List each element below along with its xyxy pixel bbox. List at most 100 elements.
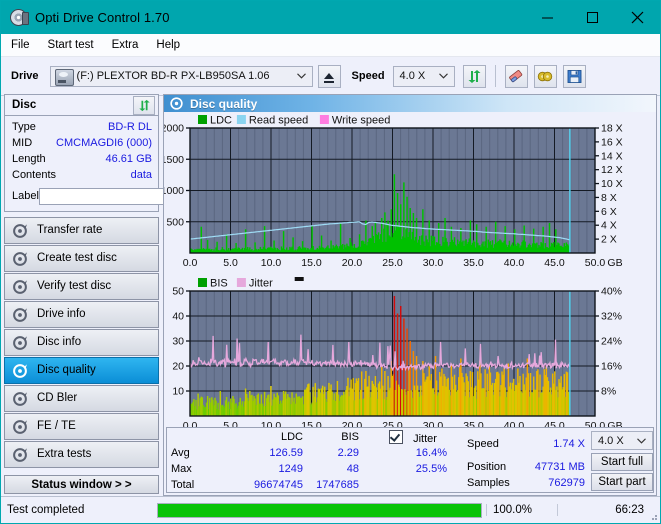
svg-text:8 X: 8 X — [601, 192, 617, 204]
progress-percent: 100.0% — [486, 504, 557, 516]
stats-max-ldc: 1249 — [278, 463, 303, 475]
svg-text:10: 10 — [172, 386, 184, 398]
status-bar: Test completed 100.0% 66:23 — [1, 496, 660, 523]
sidebar-item-disc-info[interactable]: Disc info — [4, 329, 159, 356]
progress-fill — [158, 503, 481, 517]
svg-text:5.0: 5.0 — [223, 257, 238, 269]
disc-row-key: MID — [12, 137, 33, 149]
jitter-label: Jitter — [413, 433, 437, 445]
speed-select[interactable]: 4.0 X — [392, 65, 455, 87]
jitter-checkbox[interactable]: Jitter — [389, 430, 437, 445]
speed-label: Speed — [351, 70, 385, 82]
sidebar-item-fe-te[interactable]: FE / TE — [4, 413, 159, 440]
svg-text:40%: 40% — [601, 286, 622, 298]
stats-position-label: Position — [467, 461, 507, 473]
stats-samples-value: 762979 — [548, 477, 585, 489]
menu-item-file[interactable]: File — [11, 39, 30, 51]
svg-text:BIS: BIS — [210, 278, 228, 290]
svg-text:0.0: 0.0 — [183, 257, 198, 269]
disc-fete-icon — [13, 419, 27, 434]
minimize-icon[interactable] — [525, 1, 570, 34]
disc-row-type: Type BD-R DL — [12, 119, 152, 135]
sidebar-item-create-test-disc[interactable]: Create test disc — [4, 245, 159, 272]
start-full-button[interactable]: Start full — [591, 453, 653, 471]
svg-text:1500: 1500 — [164, 154, 184, 166]
checkbox-icon — [389, 430, 403, 444]
chevron-down-icon — [438, 73, 448, 79]
drive-select-value: (F:) PLEXTOR BD-R PX-LB950SA 1.06 — [76, 70, 270, 82]
sidebar-item-cd-bler[interactable]: CD Bler — [4, 385, 159, 412]
svg-text:16%: 16% — [601, 361, 622, 373]
menu-bar: File Start test Extra Help — [1, 34, 660, 57]
stats-speed-label: Speed — [467, 438, 499, 450]
svg-text:4 X: 4 X — [601, 220, 617, 232]
sidebar-item-extra-tests[interactable]: Extra tests — [4, 441, 159, 468]
disc-refresh-button[interactable] — [133, 96, 155, 115]
disc-info-icon — [13, 307, 27, 322]
toolbar-divider — [494, 65, 496, 87]
stats-total-ldc: 96674745 — [254, 479, 303, 491]
svg-text:50: 50 — [172, 286, 184, 298]
disc-row-key: Contents — [12, 169, 57, 181]
disc-speed-icon — [13, 223, 27, 238]
svg-text:6 X: 6 X — [601, 206, 617, 218]
stats-speed-value: 1.74 X — [553, 438, 585, 450]
svg-text:30.0: 30.0 — [423, 257, 444, 269]
eraser-icon — [509, 69, 523, 82]
drive-select[interactable]: (F:) PLEXTOR BD-R PX-LB950SA 1.06 — [49, 65, 313, 87]
disc-row-value: CMCMAGDI6 (000) — [56, 137, 152, 149]
menu-item-help[interactable]: Help — [156, 39, 180, 51]
svg-text:35.0: 35.0 — [463, 257, 484, 269]
sidebar-item-label: Disc info — [37, 335, 82, 348]
stats-row-label-avg: Avg — [171, 447, 190, 459]
svg-text:Read speed: Read speed — [249, 115, 308, 127]
menu-item-start-test[interactable]: Start test — [48, 39, 94, 51]
disc-row-length: Length 46.61 GB — [12, 151, 152, 167]
chevron-down-icon — [637, 437, 646, 444]
erase-button[interactable] — [504, 64, 528, 88]
sidebar-item-verify-test-disc[interactable]: Verify test disc — [4, 273, 159, 300]
status-window-button[interactable]: Status window > > — [4, 475, 159, 494]
sidebar-item-disc-quality[interactable]: Disc quality — [4, 357, 159, 384]
svg-text:15.0: 15.0 — [301, 257, 322, 269]
panel-title: Disc quality — [190, 96, 258, 111]
disc-properties: Type BD-R DL MID CMCMAGDI6 (000) Length … — [5, 116, 242, 211]
sidebar-item-drive-info[interactable]: Drive info — [4, 301, 159, 328]
svg-text:18 X: 18 X — [601, 123, 623, 135]
svg-text:8%: 8% — [601, 386, 616, 398]
sidebar: Disc Type BD-R DL MID CMCMAGDI6 (000) Le… — [4, 94, 242, 496]
drive-label: Drive — [11, 70, 39, 82]
resize-grip-icon[interactable] — [648, 511, 658, 521]
maximize-icon[interactable] — [570, 1, 615, 34]
svg-text:30: 30 — [172, 336, 184, 348]
eject-button[interactable] — [317, 64, 341, 88]
disc-row-value: data — [130, 169, 152, 181]
stats-max-bis: 48 — [346, 463, 359, 475]
start-part-button[interactable]: Start part — [591, 473, 653, 491]
svg-text:GB: GB — [607, 257, 622, 269]
stats-avg-bis: 2.29 — [337, 447, 359, 459]
sidebar-item-transfer-rate[interactable]: Transfer rate — [4, 217, 159, 244]
disc-tools-button[interactable] — [533, 64, 557, 88]
disc-label-row: Label — [12, 185, 242, 207]
sidebar-nav: Transfer rate Create test disc Verify test… — [4, 217, 159, 468]
stats-avg-ldc: 126.59 — [269, 447, 303, 459]
close-icon[interactable] — [615, 1, 660, 34]
refresh-icon — [468, 69, 481, 83]
svg-text:1000: 1000 — [164, 185, 184, 197]
disc-quality-icon — [13, 363, 27, 378]
svg-text:40: 40 — [172, 311, 184, 323]
save-icon — [567, 69, 581, 83]
refresh-button[interactable] — [462, 64, 486, 88]
disc-row-value: BD-R DL — [107, 121, 152, 133]
svg-text:24%: 24% — [601, 336, 622, 348]
sidebar-item-label: Drive info — [37, 307, 86, 320]
svg-text:20.0: 20.0 — [342, 257, 363, 269]
menu-item-extra[interactable]: Extra — [112, 39, 139, 51]
stats-samples-label: Samples — [467, 477, 510, 489]
save-button[interactable] — [562, 64, 586, 88]
disc-row-contents: Contents data — [12, 167, 152, 183]
disc-panel-title: Disc — [12, 99, 37, 111]
disc-panel: Disc Type BD-R DL MID CMCMAGDI6 (000) Le… — [4, 94, 242, 212]
test-speed-select[interactable]: 4.0 X — [591, 431, 653, 450]
